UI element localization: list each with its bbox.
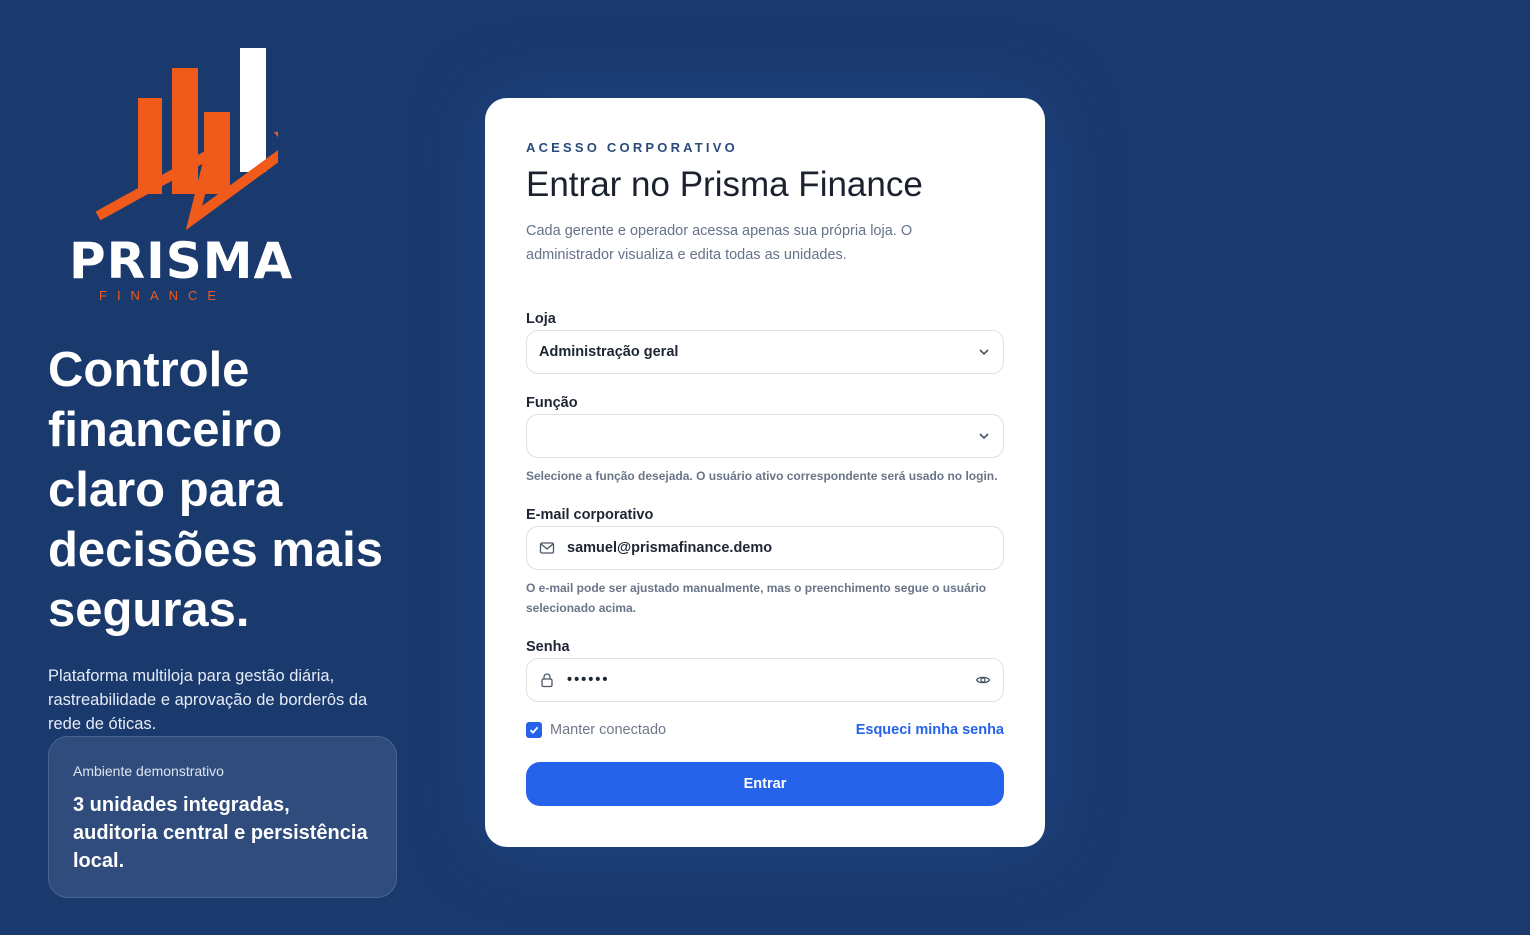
demo-label: Ambiente demonstrativo	[73, 763, 224, 779]
demo-info-card: Ambiente demonstrativo 3 unidades integr…	[48, 736, 397, 898]
role-label: Função	[526, 395, 578, 411]
remember-checkbox[interactable]	[526, 722, 542, 738]
role-select[interactable]	[526, 414, 1004, 458]
chevron-down-icon	[977, 429, 991, 443]
email-field[interactable]: samuel@prismafinance.demo	[526, 526, 1004, 570]
login-card: ACESSO CORPORATIVO Entrar no Prisma Fina…	[485, 98, 1045, 847]
eye-icon[interactable]	[975, 672, 991, 688]
demo-text: 3 unidades integradas, auditoria central…	[73, 794, 368, 872]
login-eyebrow: ACESSO CORPORATIVO	[526, 140, 738, 155]
password-value: ••••••	[567, 672, 610, 688]
remember-me[interactable]: Manter conectado	[526, 722, 666, 738]
login-description: Cada gerente e operador acessa apenas su…	[526, 223, 913, 263]
store-select-value: Administração geral	[539, 344, 679, 360]
forgot-password-link[interactable]: Esqueci minha senha	[856, 722, 1004, 738]
password-field[interactable]: ••••••	[526, 658, 1004, 702]
store-label: Loja	[526, 311, 556, 327]
store-select[interactable]: Administração geral	[526, 330, 1004, 374]
lock-icon	[539, 672, 555, 688]
role-hint: Selecione a função desejada. O usuário a…	[526, 469, 998, 483]
mail-icon	[539, 540, 555, 556]
email-hint: O e-mail pode ser ajustado manualmente, …	[526, 581, 987, 615]
hero-lead: Plataforma multiloja para gestão diária,…	[48, 667, 368, 733]
email-value: samuel@prismafinance.demo	[567, 540, 773, 556]
password-label: Senha	[526, 639, 570, 655]
email-label: E-mail corporativo	[526, 507, 654, 523]
remember-label: Manter conectado	[550, 722, 667, 738]
chevron-down-icon	[977, 345, 991, 359]
left-panel: Controle financeiro claro para decisões …	[48, 0, 398, 935]
login-title: Entrar no Prisma Finance	[526, 165, 923, 204]
hero-headline: Controle financeiro claro para decisões …	[48, 343, 384, 637]
submit-button[interactable]: Entrar	[526, 762, 1004, 806]
